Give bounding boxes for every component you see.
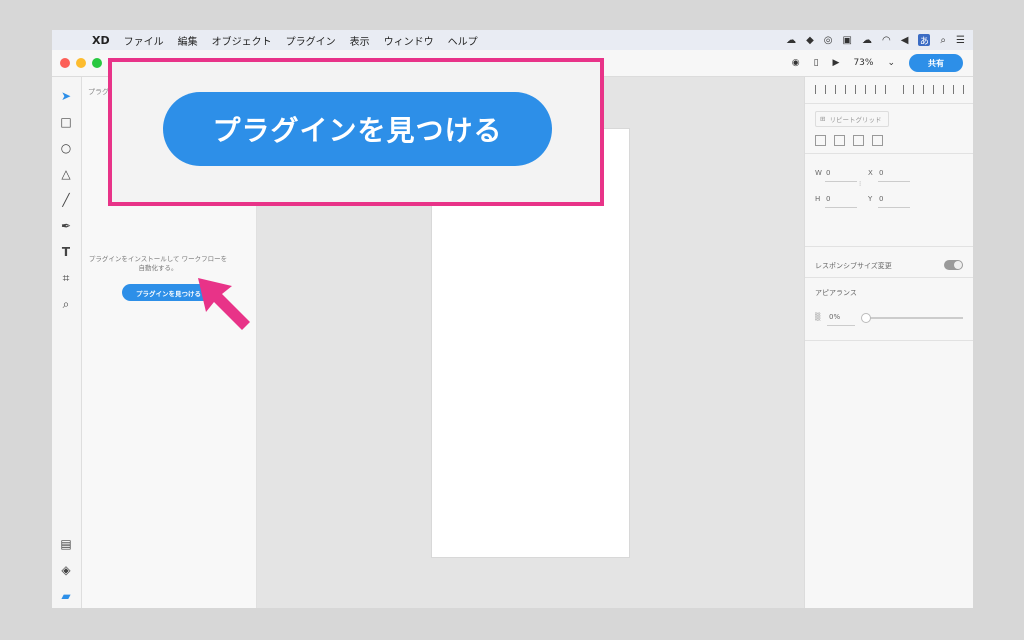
x-input[interactable]: 0 — [879, 169, 883, 177]
panel-title: プラグ — [88, 88, 109, 96]
appearance-label: アピアランス — [815, 289, 857, 297]
wifi-icon[interactable]: ◠ — [882, 35, 891, 46]
find-plugins-button-zoomed: プラグインを見つける — [163, 92, 552, 166]
share-button[interactable]: 共有 — [909, 54, 963, 72]
list-icon[interactable]: ☰ — [956, 35, 965, 46]
y-input[interactable]: 0 — [879, 195, 883, 203]
align-middle-icon[interactable] — [835, 85, 846, 94]
select-tool-icon[interactable]: ➤ — [59, 89, 73, 103]
menu-app-name[interactable]: XD — [92, 34, 110, 47]
rectangle-tool-icon[interactable]: □ — [59, 115, 73, 129]
pointer-arrow-icon — [198, 278, 250, 330]
align-bottom-icon[interactable] — [855, 85, 866, 94]
artboard-tool-icon[interactable]: ⌗ — [59, 271, 73, 285]
lock-aspect-icon[interactable]: ⁞ — [859, 180, 861, 188]
subtract-shape-icon[interactable] — [834, 135, 845, 146]
app-status-icon[interactable]: ▣ — [843, 35, 852, 46]
line-tool-icon[interactable]: ╱ — [59, 193, 73, 207]
text-tool-icon[interactable]: T — [59, 245, 73, 259]
device-preview-icon[interactable]: ▯ — [814, 58, 819, 68]
distribute-vertical-icon[interactable] — [875, 85, 886, 94]
menu-window[interactable]: ウィンドウ — [384, 33, 434, 48]
exclude-shape-icon[interactable] — [872, 135, 883, 146]
search-icon[interactable]: ⌕ — [940, 35, 946, 46]
toolbar-right: ◉ ▯ ▶ 73% ⌄ 共有 — [792, 54, 963, 72]
close-window-button[interactable] — [60, 58, 70, 68]
menu-help[interactable]: ヘルプ — [448, 33, 478, 48]
h-label: H — [815, 195, 821, 203]
x-underline — [878, 181, 910, 182]
menu-file[interactable]: ファイル — [124, 33, 164, 48]
user-icon[interactable]: ◉ — [792, 58, 800, 68]
align-center-icon[interactable] — [923, 85, 934, 94]
creative-cloud-icon[interactable]: ◎ — [824, 35, 833, 46]
ellipse-tool-icon[interactable]: ○ — [59, 141, 73, 155]
h-input[interactable]: 0 — [826, 195, 830, 203]
ime-icon[interactable]: あ — [918, 34, 931, 47]
traffic-lights — [60, 58, 102, 68]
volume-icon[interactable]: ◀ — [901, 35, 909, 46]
layers-icon[interactable]: ◈ — [59, 563, 73, 577]
zoom-level[interactable]: 73% — [853, 58, 873, 68]
add-shape-icon[interactable] — [815, 135, 826, 146]
menu-object[interactable]: オブジェクト — [212, 33, 272, 48]
align-top-icon[interactable] — [815, 85, 826, 94]
tool-bar: ➤ □ ○ △ ╱ ✒ T ⌗ ⌕ ▤ ◈ ▰ — [52, 77, 82, 608]
cloud-sync-icon[interactable]: ☁ — [786, 35, 796, 46]
zoom-callout: プラグインを見つける — [108, 58, 604, 206]
align-icons — [815, 85, 973, 94]
cloud-upload-icon[interactable]: ☁ — [862, 35, 872, 46]
y-label: Y — [868, 195, 873, 203]
align-section — [805, 77, 973, 104]
repeat-grid-button[interactable]: ⊞ リピートグリッド — [815, 111, 889, 127]
x-label: X — [868, 169, 873, 177]
h-underline — [825, 207, 857, 208]
plugins-description: プラグインをインストールして ワークフローを自動化する。 — [88, 255, 228, 272]
y-underline — [878, 207, 910, 208]
menubar-tray: ☁ ◆ ◎ ▣ ☁ ◠ ◀ あ ⌕ ☰ — [786, 30, 965, 50]
align-left-icon[interactable] — [903, 85, 914, 94]
dropbox-icon[interactable]: ◆ — [806, 35, 814, 46]
distribute-horizontal-icon[interactable] — [963, 85, 973, 94]
menu-view[interactable]: 表示 — [350, 33, 370, 48]
menu-edit[interactable]: 編集 — [178, 33, 198, 48]
w-underline — [825, 181, 857, 182]
play-icon[interactable]: ▶ — [833, 58, 840, 68]
zoom-tool-icon[interactable]: ⌕ — [59, 297, 73, 311]
minimize-window-button[interactable] — [76, 58, 86, 68]
menubar: XD ファイル 編集 オブジェクト プラグイン 表示 ウィンドウ ヘルプ ☁ ◆… — [52, 30, 973, 50]
opacity-input[interactable]: 0% — [829, 313, 840, 321]
opacity-slider[interactable] — [861, 313, 963, 323]
plugins-icon[interactable]: ▰ — [59, 589, 73, 603]
menu-plugins[interactable]: プラグイン — [286, 33, 336, 48]
zoom-window-button[interactable] — [92, 58, 102, 68]
repeat-grid-icon: ⊞ — [820, 115, 826, 123]
assets-icon[interactable]: ▤ — [59, 537, 73, 551]
intersect-shape-icon[interactable] — [853, 135, 864, 146]
pen-tool-icon[interactable]: ✒ — [59, 219, 73, 233]
align-right-icon[interactable] — [943, 85, 954, 94]
opacity-icon: ▒ — [815, 313, 821, 321]
opacity-underline — [827, 325, 855, 326]
w-input[interactable]: 0 — [826, 169, 830, 177]
w-label: W — [815, 169, 822, 177]
polygon-tool-icon[interactable]: △ — [59, 167, 73, 181]
boolean-icons — [815, 135, 883, 146]
property-inspector: ⊞ リピートグリッド W 0 X 0 H 0 Y 0 ⁞ レスポンシブサイズ変更… — [804, 77, 973, 608]
opacity-slider-knob[interactable] — [861, 313, 871, 323]
chevron-down-icon[interactable]: ⌄ — [887, 58, 895, 68]
repeat-grid-label: リピートグリッド — [829, 116, 882, 124]
responsive-resize-label: レスポンシブサイズ変更 — [815, 262, 892, 270]
responsive-resize-toggle[interactable] — [944, 260, 963, 270]
